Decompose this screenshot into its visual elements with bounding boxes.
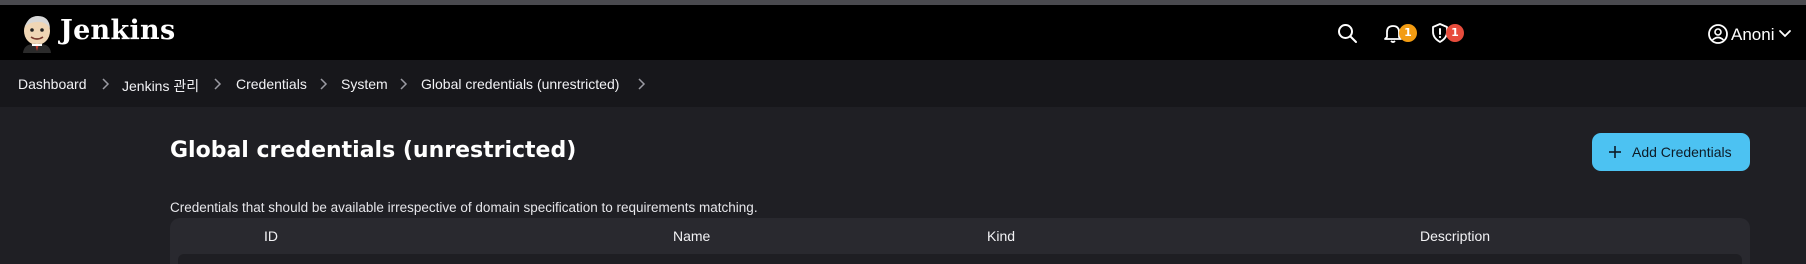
table-row	[178, 254, 1742, 264]
column-header-id[interactable]: ID	[264, 228, 278, 244]
add-credentials-label: Add Credentials	[1632, 144, 1732, 160]
user-menu-name[interactable]: Anoni	[1731, 25, 1774, 45]
notification-badge[interactable]: 1	[1399, 24, 1417, 42]
chevron-right-icon	[102, 78, 110, 90]
chevron-right-icon	[400, 78, 408, 90]
chevron-down-icon[interactable]	[1778, 23, 1792, 43]
breadcrumb: Dashboard Jenkins 관리 Credentials System …	[0, 60, 1806, 107]
breadcrumb-dashboard[interactable]: Dashboard	[18, 76, 87, 92]
chevron-right-icon	[638, 78, 646, 90]
search-icon[interactable]	[1335, 21, 1359, 45]
plus-icon	[1609, 146, 1621, 158]
user-avatar-icon[interactable]	[1706, 22, 1730, 46]
add-credentials-button[interactable]: Add Credentials	[1592, 133, 1750, 171]
column-header-kind[interactable]: Kind	[987, 228, 1015, 244]
page-title: Global credentials (unrestricted)	[170, 138, 577, 163]
breadcrumb-manage-jenkins[interactable]: Jenkins 관리	[122, 76, 199, 96]
chevron-right-icon	[214, 78, 222, 90]
breadcrumb-global-credentials[interactable]: Global credentials (unrestricted)	[421, 76, 619, 92]
credentials-table: ID Name Kind Description	[170, 218, 1750, 264]
column-header-name[interactable]: Name	[673, 228, 710, 244]
breadcrumb-credentials[interactable]: Credentials	[236, 76, 307, 92]
security-badge[interactable]: 1	[1446, 24, 1464, 42]
column-header-description[interactable]: Description	[1420, 228, 1490, 244]
brand-name[interactable]: Jenkins	[60, 15, 175, 46]
top-header: Jenkins 1 1 Anoni	[0, 5, 1806, 60]
breadcrumb-system[interactable]: System	[341, 76, 388, 92]
page-description: Credentials that should be available irr…	[170, 200, 758, 215]
jenkins-logo-icon[interactable]	[18, 13, 56, 53]
chevron-right-icon	[320, 78, 328, 90]
